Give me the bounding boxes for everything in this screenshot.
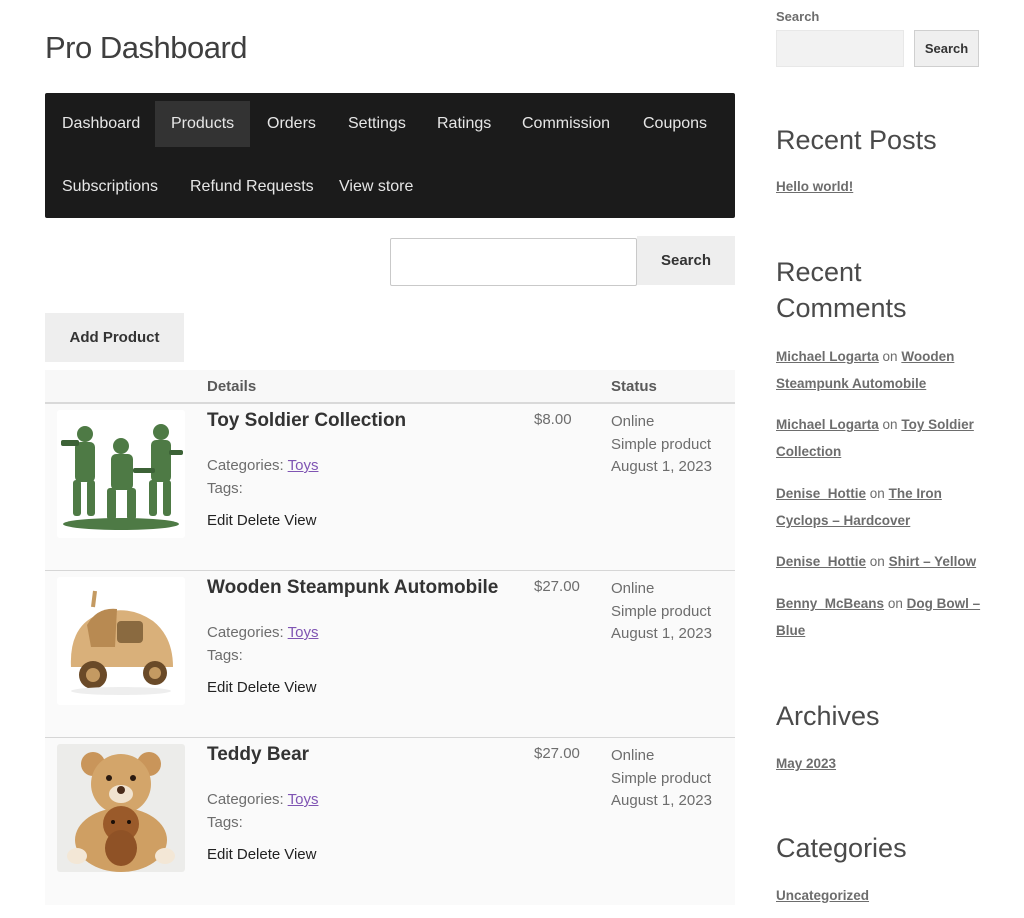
- recent-posts-list: Hello world!: [776, 173, 991, 200]
- product-type: Simple product: [611, 769, 712, 787]
- comment-author-link[interactable]: Michael Logarta: [776, 417, 879, 432]
- sidebar-search-label: Search: [776, 9, 820, 24]
- edit-link[interactable]: Edit: [207, 846, 233, 863]
- product-categories: Categories: Toys: [207, 624, 318, 641]
- category-link[interactable]: Toys: [288, 624, 319, 641]
- product-price: $27.00: [534, 745, 580, 762]
- category-widget-link[interactable]: Uncategorized: [776, 888, 869, 903]
- product-actions: Edit Delete View: [207, 846, 320, 863]
- product-tags: Tags:: [207, 814, 243, 831]
- product-name[interactable]: Wooden Steampunk Automobile: [207, 577, 498, 599]
- comment-author-link[interactable]: Denise_Hottie: [776, 486, 866, 501]
- comment-item: Benny_McBeans on Dog Bowl – Blue: [776, 590, 991, 644]
- delete-link[interactable]: Delete: [237, 679, 280, 696]
- edit-link[interactable]: Edit: [207, 512, 233, 529]
- sidebar-search-button[interactable]: Search: [914, 30, 979, 67]
- comment-author-link[interactable]: Michael Logarta: [776, 349, 879, 364]
- product-tags: Tags:: [207, 480, 243, 497]
- product-date: August 1, 2023: [611, 625, 712, 642]
- nav-item-products[interactable]: Products: [155, 101, 251, 147]
- product-status-block: Online Simple product August 1, 2023: [611, 411, 712, 479]
- recent-comments-heading-line1: Recent: [776, 257, 862, 287]
- archive-link[interactable]: May 2023: [776, 756, 836, 771]
- categories-heading: Categories: [776, 833, 907, 863]
- toy-soldier-image[interactable]: [57, 410, 185, 538]
- comment-connector: on: [869, 554, 885, 569]
- categories-list: Uncategorized: [776, 882, 991, 909]
- comment-post-link[interactable]: Shirt – Yellow: [889, 554, 977, 569]
- edit-link[interactable]: Edit: [207, 679, 233, 696]
- delete-link[interactable]: Delete: [237, 846, 280, 863]
- product-categories: Categories: Toys: [207, 791, 318, 808]
- product-name[interactable]: Teddy Bear: [207, 744, 309, 766]
- product-status: Online: [611, 413, 655, 430]
- recent-post-link[interactable]: Hello world!: [776, 179, 853, 194]
- table-row: Teddy Bear Categories: Toys Tags: Edit De…: [45, 738, 735, 905]
- delete-link[interactable]: Delete: [237, 512, 280, 529]
- table-row: Toy Soldier Collection Categories: Toys …: [45, 404, 735, 571]
- comment-connector: on: [882, 417, 898, 432]
- category-link[interactable]: Toys: [288, 457, 319, 474]
- view-link[interactable]: View: [284, 846, 316, 863]
- comment-connector: on: [882, 349, 898, 364]
- dashboard-nav: Dashboard Products Orders Settings Ratin…: [45, 93, 735, 218]
- nav-item-settings[interactable]: Settings: [332, 101, 422, 147]
- nav-item-coupons[interactable]: Coupons: [627, 101, 723, 147]
- view-link[interactable]: View: [284, 679, 316, 696]
- add-product-button[interactable]: Add Product: [45, 313, 184, 362]
- view-link[interactable]: View: [284, 512, 316, 529]
- nav-item-dashboard[interactable]: Dashboard: [46, 101, 156, 147]
- comment-item: Denise_Hottie on The Iron Cyclops – Hard…: [776, 480, 991, 534]
- archives-heading: Archives: [776, 701, 880, 731]
- recent-comments-heading-line2: Comments: [776, 293, 907, 323]
- product-actions: Edit Delete View: [207, 512, 320, 529]
- comment-connector: on: [887, 596, 903, 611]
- comment-item: Michael Logarta on Wooden Steampunk Auto…: [776, 343, 991, 397]
- product-date: August 1, 2023: [611, 792, 712, 809]
- product-status-block: Online Simple product August 1, 2023: [611, 745, 712, 813]
- wooden-car-image[interactable]: [57, 577, 185, 705]
- teddy-bear-image[interactable]: [57, 744, 185, 872]
- product-actions: Edit Delete View: [207, 679, 320, 696]
- page-title: Pro Dashboard: [45, 30, 248, 65]
- categories-label: Categories:: [207, 457, 284, 474]
- recent-posts-heading: Recent Posts: [776, 125, 937, 155]
- archives-list: May 2023: [776, 750, 991, 777]
- products-table: Details Status Toy Soldier Collection Ca…: [45, 370, 735, 905]
- nav-item-orders[interactable]: Orders: [251, 101, 332, 147]
- header-details: Details: [207, 378, 257, 395]
- header-status: Status: [611, 378, 657, 395]
- product-price: $8.00: [534, 411, 572, 428]
- product-date: August 1, 2023: [611, 458, 712, 475]
- comment-item: Michael Logarta on Toy Soldier Collectio…: [776, 411, 991, 465]
- table-row: Wooden Steampunk Automobile Categories: …: [45, 571, 735, 738]
- nav-item-subscriptions[interactable]: Subscriptions: [46, 164, 174, 210]
- product-search-button[interactable]: Search: [637, 236, 735, 285]
- comment-connector: on: [869, 486, 885, 501]
- nav-item-ratings[interactable]: Ratings: [421, 101, 507, 147]
- product-type: Simple product: [611, 602, 712, 620]
- categories-label: Categories:: [207, 624, 284, 641]
- nav-item-view-store[interactable]: View store: [323, 164, 429, 210]
- product-tags: Tags:: [207, 647, 243, 664]
- product-status: Online: [611, 580, 655, 597]
- product-status: Online: [611, 747, 655, 764]
- table-header: Details Status: [45, 370, 735, 404]
- category-link[interactable]: Toys: [288, 791, 319, 808]
- comment-author-link[interactable]: Denise_Hottie: [776, 554, 866, 569]
- product-status-block: Online Simple product August 1, 2023: [611, 578, 712, 646]
- product-categories: Categories: Toys: [207, 457, 318, 474]
- comment-author-link[interactable]: Benny_McBeans: [776, 596, 884, 611]
- recent-comments-heading: Recent Comments: [776, 254, 907, 326]
- product-name[interactable]: Toy Soldier Collection: [207, 410, 406, 432]
- product-type: Simple product: [611, 435, 712, 453]
- sidebar-search-input[interactable]: [776, 30, 904, 67]
- categories-label: Categories:: [207, 791, 284, 808]
- comment-item: Denise_Hottie on Shirt – Yellow: [776, 548, 991, 575]
- product-price: $27.00: [534, 578, 580, 595]
- nav-item-refund-requests[interactable]: Refund Requests: [174, 164, 330, 210]
- product-search-input[interactable]: [390, 238, 637, 286]
- nav-item-commission[interactable]: Commission: [506, 101, 626, 147]
